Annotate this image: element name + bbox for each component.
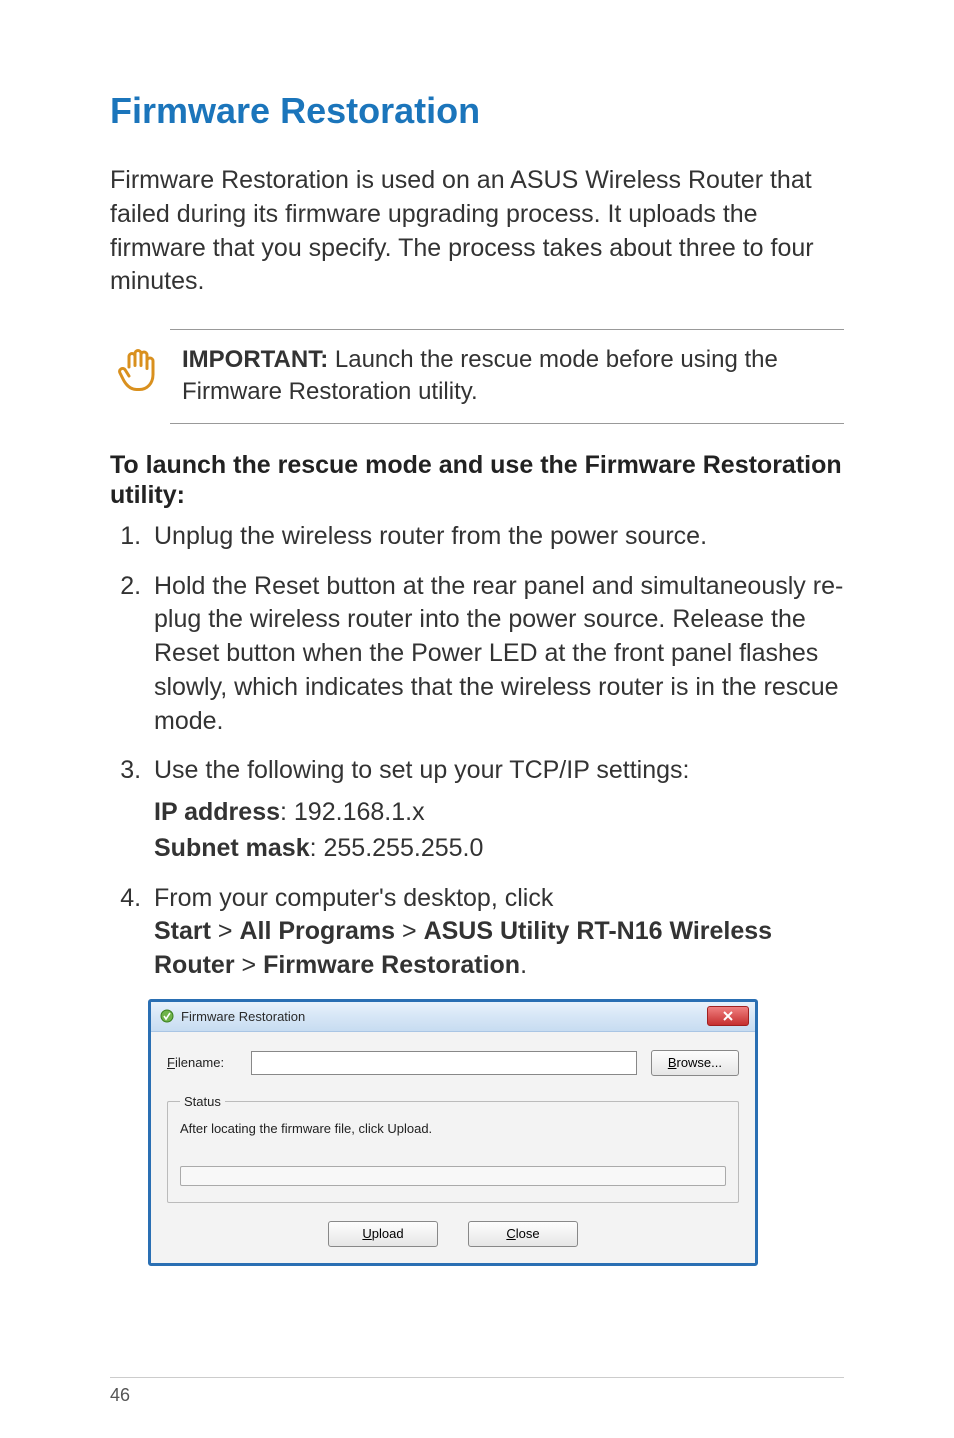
close-icon bbox=[723, 1011, 733, 1021]
app-icon bbox=[159, 1008, 175, 1024]
page-title: Firmware Restoration bbox=[110, 90, 844, 132]
dialog-titlebar: Firmware Restoration bbox=[151, 1002, 755, 1032]
path-firmware-restoration: Firmware Restoration bbox=[263, 951, 520, 979]
firmware-restoration-dialog: Firmware Restoration Filename: Browse...… bbox=[148, 999, 758, 1266]
subheading: To launch the rescue mode and use the Fi… bbox=[110, 450, 844, 510]
step-1: Unplug the wireless router from the powe… bbox=[148, 520, 844, 554]
step-3-text: Use the following to set up your TCP/IP … bbox=[154, 756, 689, 784]
important-text: IMPORTANT: Launch the rescue mode before… bbox=[182, 344, 844, 409]
ip-address-value: : 192.168.1.x bbox=[280, 798, 425, 826]
intro-paragraph: Firmware Restoration is used on an ASUS … bbox=[110, 164, 844, 299]
step-2: Hold the Reset button at the rear panel … bbox=[148, 570, 844, 739]
progress-bar bbox=[180, 1166, 726, 1186]
close-button[interactable]: Close bbox=[468, 1221, 578, 1247]
ip-address-line: IP address: 192.168.1.x bbox=[154, 796, 844, 830]
step-4: From your computer's desktop, click Star… bbox=[148, 882, 844, 983]
dialog-title: Firmware Restoration bbox=[181, 1009, 305, 1024]
hand-stop-icon bbox=[114, 346, 162, 394]
status-fieldset: Status After locating the firmware file,… bbox=[167, 1094, 739, 1203]
browse-button[interactable]: Browse... bbox=[651, 1050, 739, 1076]
status-legend: Status bbox=[180, 1094, 225, 1109]
footer-divider bbox=[110, 1377, 844, 1378]
filename-input[interactable] bbox=[251, 1051, 637, 1075]
path-start: Start bbox=[154, 917, 211, 945]
close-window-button[interactable] bbox=[707, 1006, 749, 1026]
subnet-mask-value: : 255.255.255.0 bbox=[310, 834, 484, 862]
page-number: 46 bbox=[110, 1385, 130, 1406]
filename-label: Filename: bbox=[167, 1055, 237, 1070]
steps-list: Unplug the wireless router from the powe… bbox=[110, 520, 844, 983]
ip-address-label: IP address bbox=[154, 798, 280, 826]
important-callout: IMPORTANT: Launch the rescue mode before… bbox=[170, 329, 844, 424]
upload-button[interactable]: Upload bbox=[328, 1221, 438, 1247]
subnet-mask-label: Subnet mask bbox=[154, 834, 310, 862]
status-text: After locating the firmware file, click … bbox=[180, 1121, 726, 1136]
step-4-pre: From your computer's desktop, click bbox=[154, 884, 553, 912]
important-label: IMPORTANT: bbox=[182, 346, 328, 373]
subnet-mask-line: Subnet mask: 255.255.255.0 bbox=[154, 832, 844, 866]
step-3: Use the following to set up your TCP/IP … bbox=[148, 754, 844, 865]
path-all-programs: All Programs bbox=[239, 917, 395, 945]
